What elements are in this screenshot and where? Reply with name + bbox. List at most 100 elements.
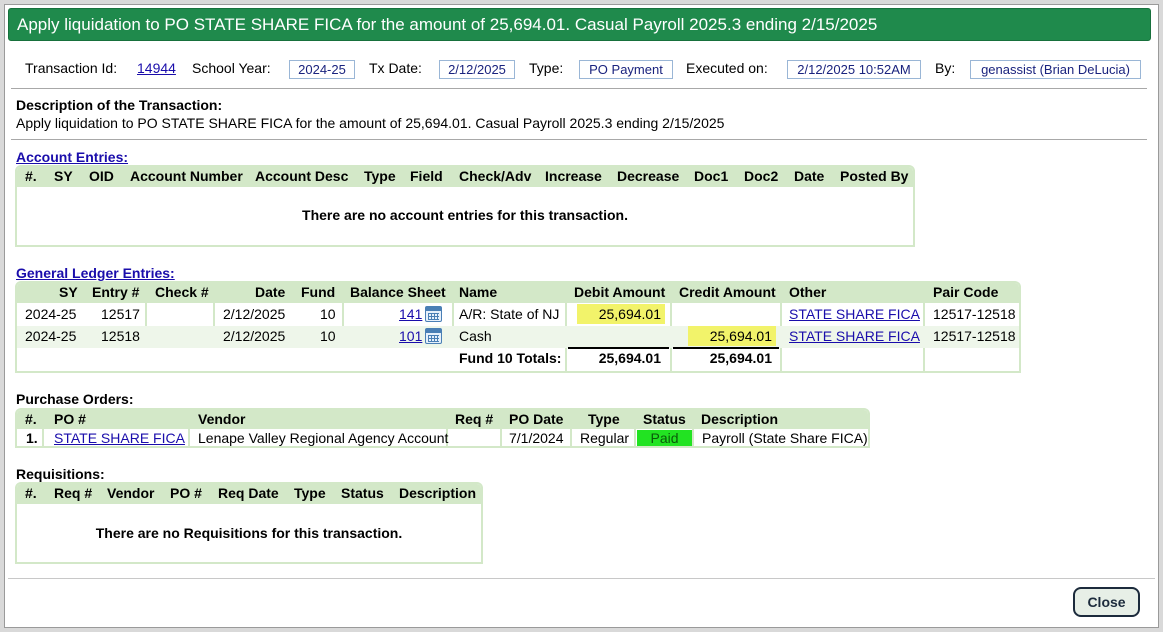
total-credit: 25,694.01 xyxy=(709,350,772,366)
description-label: Description of the Transaction: xyxy=(16,97,223,113)
footer-divider xyxy=(8,578,1155,579)
col-sy: SY xyxy=(54,168,73,184)
cell-sy: 2024-25 xyxy=(25,328,77,344)
col-po: PO # xyxy=(170,485,202,501)
totals-label: Fund 10 Totals: xyxy=(459,350,562,366)
balance-sheet-link[interactable]: 101 xyxy=(399,326,422,346)
other-link[interactable]: STATE SHARE FICA xyxy=(789,304,920,324)
cell-num: 1. xyxy=(26,430,38,446)
type-label: Type: xyxy=(529,60,564,76)
col-account-number: Account Number xyxy=(130,168,243,184)
purchase-orders-title: Purchase Orders: xyxy=(16,391,134,407)
by-value: genassist (Brian DeLucia) xyxy=(970,60,1141,79)
description-divider xyxy=(11,139,1147,140)
header-divider xyxy=(11,88,1147,89)
executed-on-label: Executed on: xyxy=(686,60,768,76)
school-year-value: 2024-25 xyxy=(289,60,355,79)
col-vendor: Vendor xyxy=(107,485,155,501)
general-ledger-panel: SY Entry # Check # Date Fund Balance She… xyxy=(15,281,1021,373)
col-name: Name xyxy=(459,284,498,300)
col-credit: Credit Amount xyxy=(679,284,776,300)
calendar-icon[interactable] xyxy=(425,306,442,322)
col-entry: Entry # xyxy=(92,284,140,300)
table-row: 1. STATE SHARE FICA Lenape Valley Region… xyxy=(17,429,868,448)
col-description: Description xyxy=(399,485,477,501)
col-doc1: Doc1 xyxy=(694,168,729,184)
col-debit: Debit Amount xyxy=(574,284,666,300)
cell-type: Regular xyxy=(580,430,630,446)
col-oid: OID xyxy=(89,168,114,184)
col-status: Status xyxy=(643,411,686,427)
cell-debit: 25,694.01 xyxy=(577,304,665,324)
executed-on-value: 2/12/2025 10:52AM xyxy=(787,60,921,79)
account-entries-title[interactable]: Account Entries: xyxy=(16,149,128,165)
purchase-orders-panel: #. PO # Vendor Req # PO Date Type Status… xyxy=(15,408,870,448)
col-balance-sheet: Balance Sheet xyxy=(350,284,446,300)
col-increase: Increase xyxy=(545,168,602,184)
col-status: Status xyxy=(341,485,384,501)
col-date: Date xyxy=(794,168,825,184)
col-decrease: Decrease xyxy=(617,168,680,184)
cell-date: 2/12/2025 xyxy=(223,306,286,322)
tx-date-value: 2/12/2025 xyxy=(439,60,515,79)
account-entries-panel: #. SY OID Account Number Account Desc Ty… xyxy=(15,165,915,247)
cell-credit: 25,694.01 xyxy=(688,326,776,346)
col-sy: SY xyxy=(59,284,78,300)
col-req: Req # xyxy=(455,411,494,427)
table-row: 2024-25 12517 2/12/2025 10 141 A/R: Stat… xyxy=(17,304,1019,326)
col-req-date: Req Date xyxy=(218,485,279,501)
col-pair-code: Pair Code xyxy=(933,284,999,300)
cell-entry: 12518 xyxy=(101,328,140,344)
cell-date: 2/12/2025 xyxy=(223,328,286,344)
dialog-title: Apply liquidation to PO STATE SHARE FICA… xyxy=(8,8,1151,41)
other-link[interactable]: STATE SHARE FICA xyxy=(789,326,920,346)
description-text: Apply liquidation to PO STATE SHARE FICA… xyxy=(16,115,725,131)
school-year-label: School Year: xyxy=(192,60,271,76)
table-row: 2024-25 12518 2/12/2025 10 101 Cash 25,6… xyxy=(17,326,1019,348)
cell-pair-code: 12517-12518 xyxy=(933,328,1016,344)
calendar-icon[interactable] xyxy=(425,328,442,344)
col-account-desc: Account Desc xyxy=(255,168,349,184)
col-posted-by: Posted By xyxy=(840,168,909,184)
cell-sy: 2024-25 xyxy=(25,306,77,322)
requisitions-empty: There are no Requisitions for this trans… xyxy=(95,525,403,541)
col-field: Field xyxy=(410,168,443,184)
col-type: Type xyxy=(294,485,326,501)
cell-entry: 12517 xyxy=(101,306,140,322)
requisitions-header: #. Req # Vendor PO # Req Date Type Statu… xyxy=(17,484,481,504)
cell-name: Cash xyxy=(459,328,492,344)
cell-fund: 10 xyxy=(320,306,336,322)
by-label: By: xyxy=(935,60,956,76)
tx-date-label: Tx Date: xyxy=(369,60,422,76)
general-ledger-header: SY Entry # Check # Date Fund Balance She… xyxy=(17,283,1019,303)
col-check-adv: Check/Adv xyxy=(459,168,532,184)
requisitions-panel: #. Req # Vendor PO # Req Date Type Statu… xyxy=(15,482,483,564)
type-value: PO Payment xyxy=(579,60,673,79)
requisitions-title: Requisitions: xyxy=(16,466,105,482)
col-doc2: Doc2 xyxy=(744,168,779,184)
cell-description: Payroll (State Share FICA) xyxy=(702,430,868,446)
close-button[interactable]: Close xyxy=(1073,587,1140,617)
account-entries-empty: There are no account entries for this tr… xyxy=(302,207,628,223)
col-po-date: PO Date xyxy=(509,411,564,427)
transaction-header: Transaction Id: 14944 School Year: 2024-… xyxy=(0,60,1163,80)
po-link[interactable]: STATE SHARE FICA xyxy=(54,429,185,448)
col-check: Check # xyxy=(155,284,209,300)
col-type: Type xyxy=(588,411,620,427)
transaction-id-label: Transaction Id: xyxy=(25,60,118,76)
col-type: Type xyxy=(364,168,396,184)
transaction-id-link[interactable]: 14944 xyxy=(137,60,176,76)
cell-pair-code: 12517-12518 xyxy=(933,306,1016,322)
general-ledger-title[interactable]: General Ledger Entries: xyxy=(16,265,175,281)
balance-sheet-link[interactable]: 141 xyxy=(399,304,422,324)
totals-row: Fund 10 Totals: 25,694.01 25,694.01 xyxy=(17,348,1019,370)
cell-vendor: Lenape Valley Regional Agency Account xyxy=(198,430,449,446)
col-num: #. xyxy=(25,485,37,501)
cell-po-date: 7/1/2024 xyxy=(509,430,564,446)
purchase-orders-header: #. PO # Vendor Req # PO Date Type Status… xyxy=(17,410,868,429)
col-other: Other xyxy=(789,284,827,300)
col-vendor: Vendor xyxy=(198,411,246,427)
account-entries-header: #. SY OID Account Number Account Desc Ty… xyxy=(17,167,913,187)
total-debit: 25,694.01 xyxy=(598,350,661,366)
col-po: PO # xyxy=(54,411,86,427)
